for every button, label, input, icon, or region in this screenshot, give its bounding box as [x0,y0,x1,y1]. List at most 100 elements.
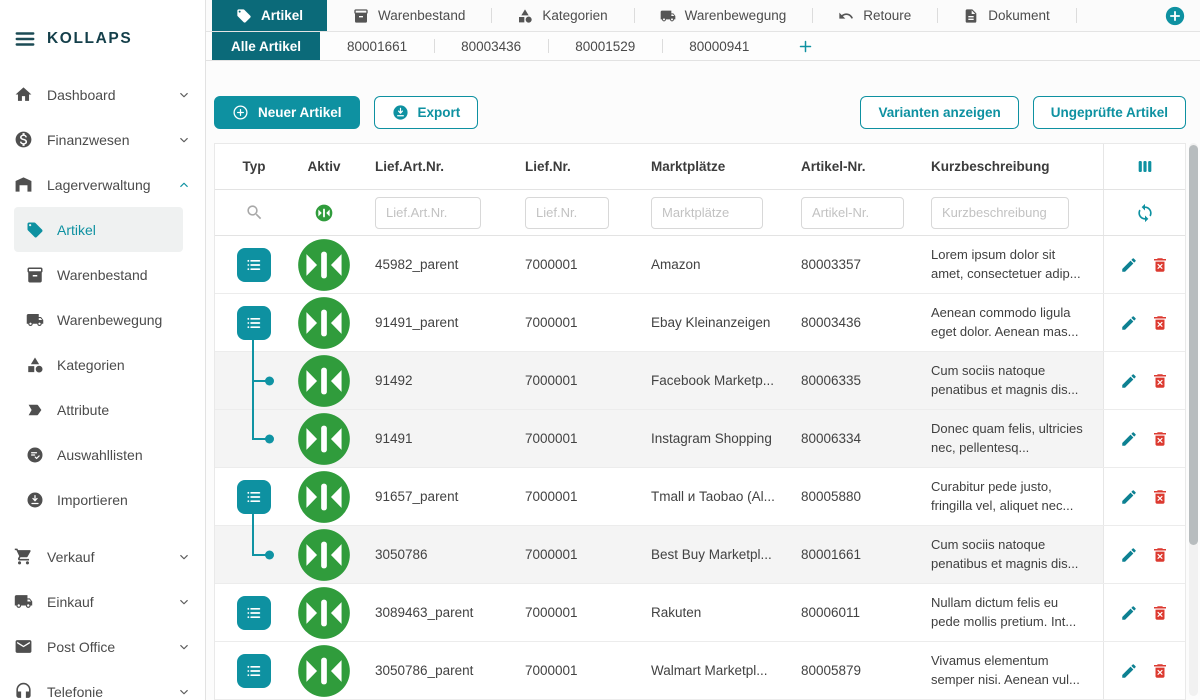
col-aktiv: Aktiv [293,159,355,174]
sidebar-item-lagerverwaltung[interactable]: Lagerverwaltung [0,162,205,207]
cell-artikel-nr: 80001661 [781,547,911,562]
sidebar-item-dashboard[interactable]: Dashboard [0,72,205,117]
sidebar-item-kategorien[interactable]: Kategorien [14,342,183,387]
cell-kurzbeschreibung: Aenean commodo ligula eget dolor. Aenean… [911,304,1103,342]
row-type-parent-button[interactable] [237,596,271,630]
col-marktplaetze: Marktplätze [631,159,781,174]
cell-artikel-nr: 80003436 [781,315,911,330]
edit-row-button[interactable] [1120,488,1138,506]
row-type-parent-button[interactable] [237,654,271,688]
aktiv-status-icon [293,466,355,528]
unchecked-articles-button[interactable]: Ungeprüfte Artikel [1033,96,1186,129]
edit-row-button[interactable] [1120,604,1138,622]
delete-row-button[interactable] [1151,256,1169,274]
export-icon [392,104,409,121]
edit-row-button[interactable] [1120,372,1138,390]
sidebar-item-importieren[interactable]: Importieren [14,477,183,522]
aktiv-status-icon [293,234,355,296]
cell-marktplatz: Ebay Kleinanzeigen [631,315,781,330]
category-icon [26,356,44,374]
delete-row-button[interactable] [1151,604,1169,622]
subtab-80003436[interactable]: 80003436 [434,32,548,60]
cell-aktiv [293,524,355,586]
menu-icon[interactable] [14,28,36,50]
row-type-parent-button[interactable] [237,248,271,282]
refresh-icon[interactable] [1135,203,1155,223]
chevron-down-icon [177,88,191,102]
add-article-tab-button[interactable] [776,32,835,60]
finance-icon [14,130,33,149]
tab-label: Artikel [261,8,303,23]
col-lief-nr: Lief.Nr. [505,159,631,174]
list-icon [244,661,264,681]
category-icon [517,8,533,24]
show-variants-button[interactable]: Varianten anzeigen [860,96,1018,129]
delete-row-button[interactable] [1151,314,1169,332]
sidebar-item-telefonie[interactable]: Telefonie [0,669,205,700]
aktiv-toggle-icon[interactable] [314,203,334,223]
filter-kurzbeschreibung-input[interactable] [931,197,1069,229]
headset-icon [14,682,33,700]
tab-dokument[interactable]: Dokument [937,0,1076,31]
cell-lief-art-nr: 3089463_parent [355,605,505,620]
subtab-80000941[interactable]: 80000941 [662,32,776,60]
sidebar-item-label: Warenbewegung [57,312,162,328]
edit-row-button[interactable] [1120,314,1138,332]
sidebar-item-finanzwesen[interactable]: Finanzwesen [0,117,205,162]
table-row: 45982_parent7000001Amazon80003357Lorem i… [215,236,1185,294]
add-tab-button[interactable] [1164,5,1186,27]
filter-lief-nr-input[interactable] [525,197,609,229]
tab-retoure[interactable]: Retoure [812,0,937,31]
filter-lief-art-nr-input[interactable] [375,197,481,229]
subtab-80001661[interactable]: 80001661 [320,32,434,60]
subtab-alle-artikel[interactable]: Alle Artikel [212,32,320,60]
sidebar-item-post-office[interactable]: Post Office [0,624,205,669]
columns-icon[interactable] [1135,157,1155,176]
aktiv-status-icon [293,640,355,700]
sidebar-item-label: Kategorien [57,357,125,373]
delete-row-button[interactable] [1151,372,1169,390]
import-icon [26,491,44,509]
row-type-parent-button[interactable] [237,480,271,514]
scrollbar-thumb[interactable] [1189,145,1198,545]
tab-warenbewegung[interactable]: Warenbewegung [634,0,813,31]
sidebar-item-warenbewegung[interactable]: Warenbewegung [14,297,183,342]
tab-kategorien[interactable]: Kategorien [491,0,633,31]
new-article-label: Neuer Artikel [258,105,342,120]
edit-row-button[interactable] [1120,546,1138,564]
edit-row-button[interactable] [1120,256,1138,274]
chevron-down-icon [177,685,191,699]
sidebar-item-warenbestand[interactable]: Warenbestand [14,252,183,297]
sidebar-item-attribute[interactable]: Attribute [14,387,183,432]
cell-lief-nr: 7000001 [505,489,631,504]
delete-row-button[interactable] [1151,430,1169,448]
export-button[interactable]: Export [374,96,479,129]
cell-aktiv [293,640,355,700]
cell-kurzbeschreibung: Cum sociis natoque penatibus et magnis d… [911,536,1103,574]
sidebar-item-artikel[interactable]: Artikel [14,207,183,252]
tab-warenbestand[interactable]: Warenbestand [327,0,491,31]
tree-line [252,409,254,439]
sidebar-item-label: Auswahllisten [57,447,143,463]
cell-typ [215,468,293,525]
sidebar-item-einkauf[interactable]: Einkauf [0,579,205,624]
delete-row-button[interactable] [1151,546,1169,564]
sidebar-nav: DashboardFinanzwesen Lagerverwaltung Artik… [0,64,205,700]
subtab-80001529[interactable]: 80001529 [548,32,662,60]
tab-artikel[interactable]: Artikel [212,0,327,31]
delete-row-button[interactable] [1151,488,1169,506]
sidebar-item-auswahllisten[interactable]: Auswahllisten [14,432,183,477]
filter-marktplaetze-input[interactable] [651,197,763,229]
new-article-button[interactable]: Neuer Artikel [214,96,360,129]
edit-row-button[interactable] [1120,662,1138,680]
sidebar-item-verkauf[interactable]: Verkauf [0,534,205,579]
row-type-parent-button[interactable] [237,306,271,340]
filter-artikel-nr-input[interactable] [801,197,904,229]
search-icon[interactable] [245,203,264,222]
delete-row-button[interactable] [1151,662,1169,680]
edit-row-button[interactable] [1120,430,1138,448]
tab-label: Warenbestand [378,8,465,23]
cell-row-actions [1103,294,1185,351]
sidebar-item-label: Lagerverwaltung [47,177,151,193]
cell-aktiv [293,466,355,528]
